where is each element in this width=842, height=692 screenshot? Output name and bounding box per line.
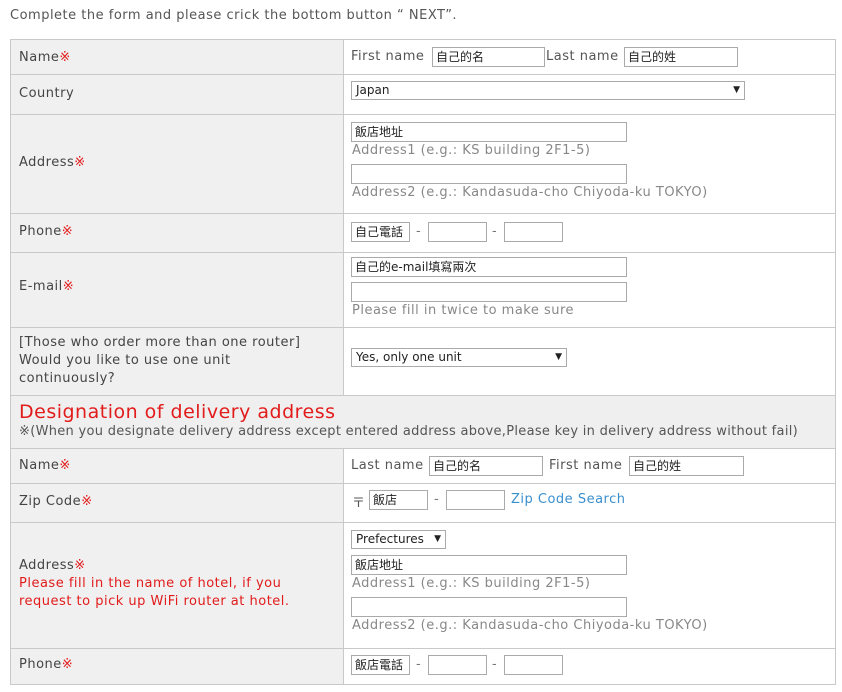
zip-part1-input[interactable]: 飯店 [369, 490, 428, 510]
delivery-address-label: Address※ [19, 558, 86, 573]
delivery-section-header: Designation of delivery address ※(When y… [10, 396, 836, 448]
delivery-note: ※(When you designate delivery address ex… [19, 424, 799, 439]
zip-label-cell: Zip Code※ [11, 484, 344, 522]
address2-input[interactable] [351, 164, 627, 184]
required-mark: ※ [81, 494, 93, 509]
phone-label: Phone※ [19, 224, 74, 239]
address-row: Address※ 飯店地址 Address1 (e.g.: KS buildin… [10, 115, 836, 214]
email-input[interactable]: 自己的e-mail填寫兩次 [351, 257, 627, 277]
phone-separator: - [416, 224, 422, 239]
name-label-cell: Name※ [11, 40, 344, 74]
first-name-label: First name [351, 49, 425, 64]
hotel-note-line1: Please fill in the name of hotel, if you [19, 576, 282, 591]
phone-separator: - [492, 224, 498, 239]
delivery-address2-input[interactable] [351, 597, 627, 617]
last-name-label: Last name [546, 49, 619, 64]
zip-part2-input[interactable] [446, 490, 505, 510]
phone-part3-input[interactable] [504, 222, 563, 242]
zip-row: Zip Code※ 〒 飯店 - Zip Code Search [10, 484, 836, 523]
router-row: [Those who order more than one router] W… [10, 328, 836, 396]
chevron-down-icon: ▼ [733, 85, 740, 95]
delivery-address1-hint: Address1 (e.g.: KS building 2F1-5) [352, 576, 591, 591]
address-label: Address※ [19, 155, 86, 170]
intro-text: Complete the form and please crick the b… [10, 8, 458, 23]
required-mark: ※ [62, 279, 75, 294]
delivery-phone-part3-input[interactable] [504, 655, 563, 675]
delivery-first-name-label: First name [549, 458, 623, 473]
delivery-title: Designation of delivery address [19, 401, 336, 423]
name-label: Name※ [19, 50, 71, 65]
phone-separator: - [416, 657, 422, 672]
country-row: Country Japan ▼ [10, 75, 836, 115]
zip-label: Zip Code※ [19, 494, 93, 509]
delivery-phone-label: Phone※ [19, 657, 74, 672]
prefecture-select-value: Prefectures [356, 532, 424, 546]
phone-label-cell: Phone※ [11, 214, 344, 252]
phone-part1-input[interactable]: 自己電話 [351, 222, 410, 242]
delivery-name-label: Name※ [19, 458, 71, 473]
required-mark: ※ [61, 224, 74, 239]
delivery-phone-part2-input[interactable] [428, 655, 487, 675]
delivery-address2-hint: Address2 (e.g.: Kandasuda-cho Chiyoda-ku… [352, 618, 708, 633]
phone-row: Phone※ 自己電話 - - [10, 214, 836, 253]
router-select[interactable]: Yes, only one unit ▼ [351, 348, 567, 367]
required-mark: ※ [59, 458, 71, 473]
router-label-line3: continuously? [19, 371, 116, 386]
delivery-phone-label-cell: Phone※ [11, 649, 344, 684]
delivery-last-name-label: Last name [351, 458, 424, 473]
country-select-value: Japan [356, 83, 390, 97]
delivery-name-label-cell: Name※ [11, 449, 344, 483]
delivery-address-row: Address※ Please fill in the name of hote… [10, 523, 836, 649]
email-note: Please fill in twice to make sure [352, 303, 575, 318]
phone-separator: - [492, 657, 498, 672]
router-select-value: Yes, only one unit [356, 350, 462, 364]
country-label-cell: Country [11, 75, 344, 114]
country-select[interactable]: Japan ▼ [351, 81, 745, 100]
delivery-address1-input[interactable]: 飯店地址 [351, 555, 627, 575]
delivery-first-name-input[interactable]: 自己的姓 [629, 456, 744, 476]
email-row: E-mail※ 自己的e-mail填寫兩次 Please fill in twi… [10, 253, 836, 328]
address1-hint: Address1 (e.g.: KS building 2F1-5) [352, 143, 591, 158]
router-label-cell: [Those who order more than one router] W… [11, 328, 344, 395]
required-mark: ※ [74, 155, 86, 170]
country-label: Country [19, 86, 75, 101]
delivery-last-name-input[interactable]: 自己的名 [429, 456, 543, 476]
address-label-cell: Address※ [11, 115, 344, 213]
email-label-cell: E-mail※ [11, 253, 344, 327]
address2-hint: Address2 (e.g.: Kandasuda-cho Chiyoda-ku… [352, 185, 708, 200]
phone-part2-input[interactable] [428, 222, 487, 242]
router-label-line1: [Those who order more than one router] [19, 335, 301, 350]
last-name-input[interactable]: 自己的姓 [624, 47, 738, 67]
address1-input[interactable]: 飯店地址 [351, 122, 627, 142]
delivery-address-label-cell: Address※ Please fill in the name of hote… [11, 523, 344, 648]
zip-separator: - [434, 492, 440, 507]
hotel-note-line2: request to pick up WiFi router at hotel. [19, 594, 290, 609]
chevron-down-icon: ▼ [555, 352, 562, 362]
required-mark: ※ [74, 558, 86, 573]
prefecture-select[interactable]: Prefectures ▼ [351, 530, 446, 549]
delivery-name-row: Name※ Last name 自己的名 First name 自己的姓 [10, 448, 836, 484]
chevron-down-icon: ▼ [434, 534, 441, 544]
delivery-phone-part1-input[interactable]: 飯店電話 [351, 655, 410, 675]
email-confirm-input[interactable] [351, 282, 627, 302]
router-label-line2: Would you like to use one unit [19, 353, 231, 368]
name-row: Name※ First name 自己的名 Last name 自己的姓 [10, 39, 836, 75]
email-label: E-mail※ [19, 279, 75, 294]
zip-search-link[interactable]: Zip Code Search [511, 492, 625, 507]
required-mark: ※ [59, 50, 71, 65]
first-name-input[interactable]: 自己的名 [432, 47, 545, 67]
required-mark: ※ [61, 657, 74, 672]
zip-symbol: 〒 [352, 496, 366, 511]
delivery-phone-row: Phone※ 飯店電話 - - [10, 649, 836, 685]
